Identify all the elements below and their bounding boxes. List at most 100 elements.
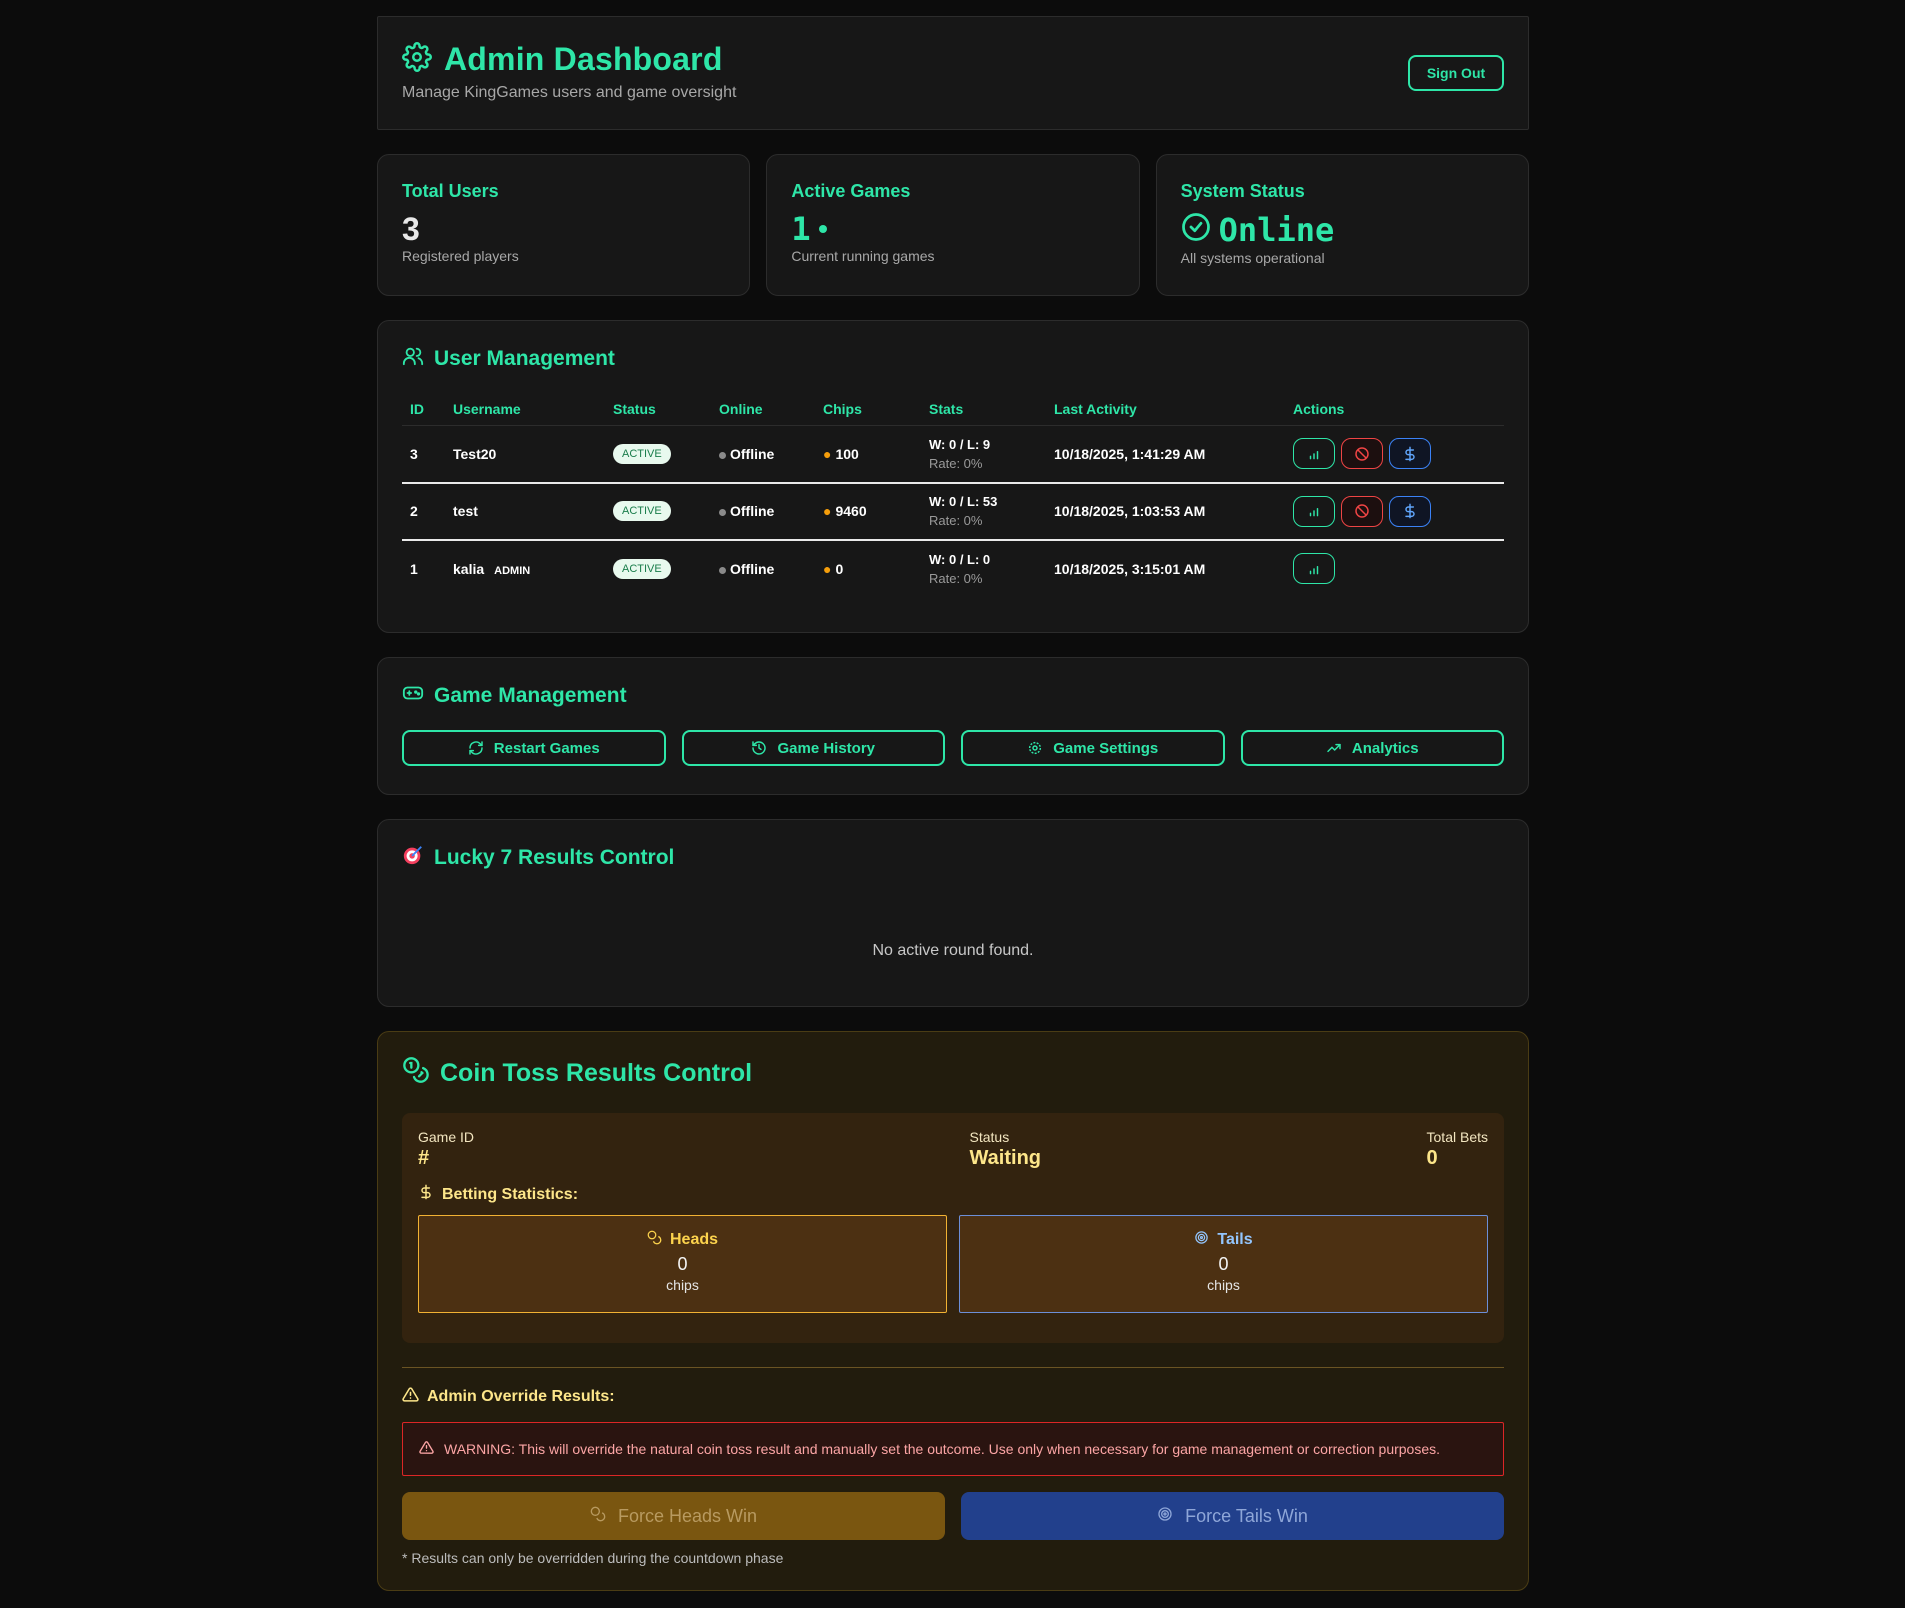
user-management-label: User Management — [434, 347, 615, 370]
status-value: Waiting — [969, 1147, 1041, 1169]
view-stats-button[interactable] — [1293, 438, 1335, 470]
target-icon — [1157, 1506, 1173, 1527]
user-name: test — [445, 482, 605, 541]
game-management-buttons: Restart Games Game History Game Settings… — [402, 730, 1504, 766]
user-name-text: test — [453, 503, 478, 519]
adjust-chips-button[interactable] — [1388, 495, 1431, 527]
admin-tag: ADMIN — [494, 564, 531, 577]
ban-user-button[interactable] — [1340, 495, 1383, 527]
total-bets-block: Total Bets 0 — [1427, 1129, 1488, 1170]
col-username[interactable]: Username — [445, 393, 605, 426]
coin-toss-meta: Game ID # Status Waiting Total Bets 0 — [418, 1129, 1488, 1170]
win-loss: W: 0 / L: 0 — [929, 551, 991, 567]
user-management-card: User Management ID Username Status Onlin… — [377, 320, 1529, 633]
page-title: Admin Dashboard — [444, 41, 723, 77]
target-icon — [1194, 1230, 1209, 1250]
user-last-activity: 10/18/2025, 1:41:29 AM — [1046, 425, 1285, 484]
analytics-button[interactable]: Analytics — [1240, 730, 1504, 766]
total-users-sub: Registered players — [402, 248, 519, 264]
user-chips: ● 9460 — [815, 482, 921, 541]
user-chips: ● 100 — [815, 425, 921, 484]
force-tails-button[interactable]: Force Tails Win — [961, 1492, 1504, 1540]
dollar-icon — [1405, 446, 1415, 462]
user-status: ACTIVE — [605, 425, 711, 484]
dollar-icon — [418, 1184, 434, 1205]
win-rate: Rate: 0% — [929, 570, 983, 586]
offline-dot-icon — [719, 566, 726, 574]
col-stats[interactable]: Stats — [921, 393, 1046, 426]
restart-games-label: Restart Games — [493, 739, 600, 757]
user-name-text: Test20 — [453, 445, 497, 462]
header-title-row: Admin Dashboard — [402, 41, 1504, 78]
bar-chart-icon — [1309, 565, 1319, 574]
force-heads-button[interactable]: Force Heads Win — [402, 1492, 945, 1540]
col-chips[interactable]: Chips — [815, 393, 921, 426]
lucky7-card: Lucky 7 Results Control No active round … — [377, 819, 1529, 1007]
view-stats-button[interactable] — [1293, 553, 1335, 584]
live-dot-icon — [818, 225, 827, 233]
col-last-activity[interactable]: Last Activity — [1046, 393, 1285, 426]
view-stats-button[interactable] — [1293, 495, 1335, 527]
offline-dot-icon — [719, 451, 726, 459]
chips-value: 100 — [835, 445, 859, 462]
lucky7-title: Lucky 7 Results Control — [402, 844, 1504, 872]
money-bag-icon: ● — [823, 503, 832, 519]
user-stats: W: 0 / L: 9 Rate: 0% — [921, 425, 1046, 484]
override-title: Admin Override Results: — [402, 1386, 1504, 1408]
check-circle-icon — [1181, 212, 1211, 248]
user-chips: ● 0 — [815, 540, 921, 597]
gamepad-icon — [402, 682, 424, 710]
override-footnote: * Results can only be overridden during … — [402, 1550, 784, 1566]
user-actions — [1285, 482, 1504, 541]
ban-icon — [1355, 447, 1369, 461]
override-label: Admin Override Results: — [427, 1388, 615, 1405]
game-management-title: Game Management — [402, 682, 1504, 710]
settings-icon — [1029, 741, 1042, 755]
coin-toss-label: Coin Toss Results Control — [440, 1059, 753, 1087]
betting-stats-title: Betting Statistics: — [418, 1184, 1488, 1205]
force-buttons: Force Heads Win Force Tails Win — [402, 1492, 1504, 1540]
system-status-sub: All systems operational — [1180, 250, 1325, 266]
page-subtitle: Manage KingGames users and game oversigh… — [402, 84, 737, 101]
system-status-card: System Status Online All systems operati… — [1155, 154, 1529, 296]
table-row: 2 test ACTIVE Offline ● 9460 W: 0 / L: 53… — [402, 482, 1504, 541]
lucky7-empty-message: No active round found. — [872, 942, 1034, 959]
user-name: Test20 — [445, 425, 605, 484]
total-bets-label: Total Bets — [1426, 1129, 1488, 1145]
ban-user-button[interactable] — [1340, 438, 1383, 470]
user-stats: W: 0 / L: 0 Rate: 0% — [921, 540, 1046, 597]
online-text: Offline — [730, 560, 775, 577]
tails-name: Tails — [960, 1230, 1487, 1250]
heads-name: Heads — [419, 1230, 946, 1250]
game-settings-button[interactable]: Game Settings — [961, 730, 1225, 766]
win-rate: Rate: 0% — [929, 455, 983, 471]
sign-out-button[interactable]: Sign Out — [1408, 55, 1504, 91]
user-online: Offline — [711, 482, 815, 541]
warning-text: WARNING: This will override the natural … — [444, 1441, 1441, 1457]
col-id[interactable]: ID — [402, 393, 445, 426]
win-loss: W: 0 / L: 53 — [929, 494, 998, 509]
total-users-label: Total Users — [402, 181, 499, 201]
online-text: Offline — [730, 503, 775, 519]
coin-toss-panel: Game ID # Status Waiting Total Bets 0 Be… — [402, 1113, 1504, 1343]
user-online: Offline — [711, 540, 815, 597]
chips-value: 9460 — [835, 503, 867, 519]
col-actions[interactable]: Actions — [1285, 393, 1504, 426]
coin-toss-card: Coin Toss Results Control Game ID # Stat… — [377, 1031, 1529, 1591]
system-status-text: Online — [1218, 211, 1335, 249]
table-row: 1 kalia ADMIN ACTIVE Offline ● 0 W: 0 / L:… — [402, 540, 1504, 597]
restart-games-button[interactable]: Restart Games — [402, 730, 666, 766]
status-badge: ACTIVE — [613, 558, 671, 579]
adjust-chips-button[interactable] — [1388, 438, 1431, 470]
bet-boxes: Heads 0 chips Tails 0 chips — [418, 1215, 1488, 1313]
col-status[interactable]: Status — [605, 393, 711, 426]
game-management-label: Game Management — [434, 684, 627, 707]
heads-label: Heads — [669, 1231, 719, 1248]
active-games-value: 1 — [791, 212, 1114, 246]
user-id: 2 — [402, 482, 445, 541]
status-block: Status Waiting — [970, 1129, 1041, 1170]
game-history-button[interactable]: Game History — [681, 730, 945, 766]
money-bag-icon: ● — [823, 560, 832, 577]
bar-chart-icon — [1309, 507, 1319, 517]
col-online[interactable]: Online — [711, 393, 815, 426]
